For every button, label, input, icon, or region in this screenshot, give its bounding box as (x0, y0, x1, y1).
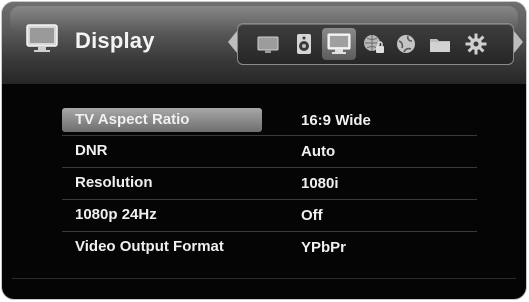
row-divider (62, 167, 477, 168)
tab-folder-icon[interactable] (428, 32, 452, 56)
setting-label: TV Aspect Ratio (75, 111, 190, 128)
setting-label: Video Output Format (75, 238, 224, 255)
tab-tv-icon[interactable] (256, 32, 280, 56)
setting-row-tv-aspect-ratio[interactable]: TV Aspect Ratio (62, 108, 262, 132)
display-settings-screen: Display TV Aspect Ratio 16:9 Wide DNR Au… (2, 2, 526, 299)
tab-display-icon[interactable] (322, 28, 356, 60)
setting-label: 1080p 24Hz (75, 206, 157, 223)
setting-row-resolution[interactable]: Resolution (62, 171, 262, 195)
setting-value-1080p-24hz: Off (301, 207, 323, 224)
setting-row-dnr[interactable]: DNR (62, 139, 262, 163)
page-title: Display (75, 28, 155, 53)
tab-scroll-right-arrow-icon[interactable] (514, 31, 523, 53)
setting-value-resolution: 1080i (301, 175, 339, 192)
setting-value-dnr: Auto (301, 143, 336, 160)
tab-speaker-icon[interactable] (292, 32, 316, 56)
tab-globe-lock-icon[interactable] (362, 32, 386, 56)
row-divider (62, 135, 477, 136)
setting-label: Resolution (75, 174, 153, 191)
setting-row-1080p-24hz[interactable]: 1080p 24Hz (62, 203, 262, 227)
tab-network-icon[interactable] (394, 32, 418, 56)
row-divider (62, 231, 477, 232)
setting-label: DNR (75, 142, 108, 159)
header-bar: Display (2, 2, 526, 84)
tab-gear-icon[interactable] (464, 32, 488, 56)
setting-value-video-output-format: YPbPr (301, 239, 347, 256)
setting-row-video-output-format[interactable]: Video Output Format (62, 235, 262, 259)
setting-value-tv-aspect-ratio: 16:9 Wide (301, 112, 371, 129)
footer-divider (12, 278, 516, 279)
row-divider (62, 199, 477, 200)
tab-scroll-left-arrow-icon[interactable] (228, 31, 237, 53)
tv-icon (24, 19, 60, 55)
